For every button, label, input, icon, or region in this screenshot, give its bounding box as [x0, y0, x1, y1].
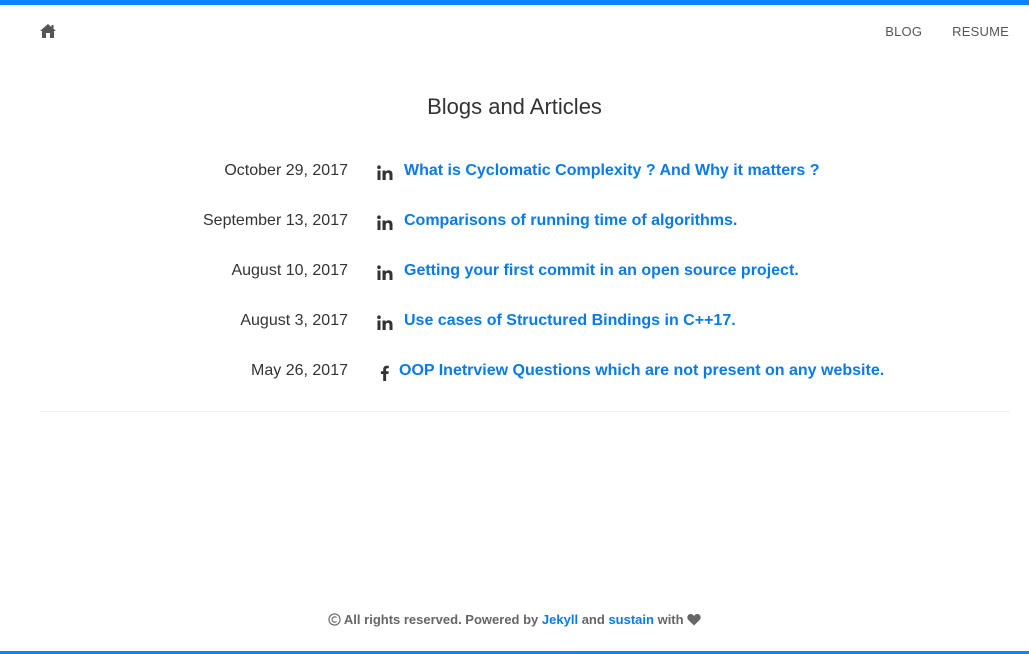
top-nav: BLOG RESUME	[885, 24, 1009, 39]
footer: All rights reserved. Powered by Jekyll a…	[0, 612, 1029, 627]
facebook-icon	[377, 365, 393, 381]
post-link[interactable]: Comparisons of running time of algorithm…	[404, 212, 737, 230]
post-row: September 13, 2017 Comparisons of runnin…	[40, 205, 1010, 255]
section-divider	[40, 411, 1010, 412]
post-row: August 3, 2017 Use cases of Structured B…	[40, 305, 1010, 355]
post-row: October 29, 2017 What is Cyclomatic Comp…	[40, 155, 1010, 205]
post-link[interactable]: Getting your first commit in an open sou…	[404, 262, 799, 280]
post-row: August 10, 2017 Getting your first commi…	[40, 255, 1010, 305]
post-list: October 29, 2017 What is Cyclomatic Comp…	[40, 155, 1010, 405]
post-date: August 3, 2017	[240, 312, 348, 329]
footer-and-text: and	[581, 612, 605, 627]
post-link[interactable]: Use cases of Structured Bindings in C++1…	[404, 312, 736, 330]
linkedin-icon	[377, 265, 393, 281]
post-row: May 26, 2017 OOP Inetrview Questions whi…	[40, 355, 1010, 405]
linkedin-icon	[377, 215, 393, 231]
linkedin-icon	[377, 165, 393, 181]
footer-with-text: with	[657, 612, 684, 627]
post-date: October 29, 2017	[224, 162, 348, 179]
post-date: May 26, 2017	[251, 362, 348, 379]
post-link[interactable]: OOP Inetrview Questions which are not pr…	[399, 362, 884, 380]
sustain-link[interactable]: sustain	[608, 612, 654, 627]
post-date: August 10, 2017	[231, 262, 348, 279]
top-accent-bar	[0, 0, 1029, 5]
footer-text: All rights reserved. Powered by	[343, 612, 539, 627]
nav-resume-link[interactable]: RESUME	[952, 24, 1009, 39]
page-title: Blogs and Articles	[427, 94, 602, 119]
nav-blog-link[interactable]: BLOG	[885, 24, 922, 39]
post-date: September 13, 2017	[203, 212, 348, 229]
heart-icon	[687, 612, 701, 627]
copyright-icon	[328, 612, 344, 627]
jekyll-link[interactable]: Jekyll	[542, 612, 578, 627]
home-icon[interactable]	[39, 23, 57, 39]
linkedin-icon	[377, 315, 393, 331]
post-link[interactable]: What is Cyclomatic Complexity ? And Why …	[404, 162, 819, 180]
